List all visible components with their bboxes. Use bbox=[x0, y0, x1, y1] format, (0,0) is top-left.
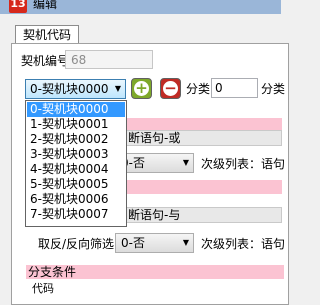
dropdown-option[interactable]: 4-契机块0004 bbox=[27, 162, 125, 177]
dropdown-option[interactable]: 7-契机块0007 bbox=[27, 207, 125, 222]
filter2-select[interactable]: 0-否 ▼ bbox=[115, 233, 194, 253]
module-dropdown-list[interactable]: 0-契机块0000 1-契机块0001 2-契机块0002 3-契机块0003 … bbox=[25, 100, 127, 227]
group2-title: 断语句-与 bbox=[128, 208, 181, 222]
dropdown-option[interactable]: 3-契机块0003 bbox=[27, 147, 125, 162]
sublist1-label: 次级列表：语句 bbox=[201, 157, 286, 171]
dropdown-option[interactable]: 0-契机块0000 bbox=[27, 102, 125, 117]
title-bar: 13 编辑 bbox=[0, 0, 281, 14]
category-label-2: 分类 bbox=[261, 82, 286, 96]
chevron-down-icon: ▼ bbox=[114, 84, 121, 93]
dropdown-option[interactable]: 5-契机块0005 bbox=[27, 177, 125, 192]
dropdown-option[interactable]: 2-契机块0002 bbox=[27, 132, 125, 147]
tab-contract-code[interactable]: 契机代码 bbox=[15, 25, 79, 45]
bottom-label: 代码 bbox=[32, 282, 54, 295]
remove-button[interactable]: − bbox=[160, 78, 181, 99]
category-input[interactable]: 0 bbox=[211, 78, 258, 98]
sublist2-label: 次级列表：语句 bbox=[201, 237, 286, 251]
add-button[interactable]: + bbox=[131, 78, 152, 99]
chevron-down-icon: ▼ bbox=[182, 238, 189, 247]
minus-circle-icon: − bbox=[163, 79, 178, 97]
group1-title: 断语句-或 bbox=[128, 131, 181, 145]
app-icon: 13 bbox=[9, 0, 27, 13]
filter2-label: 取反/反向筛选 bbox=[38, 237, 115, 251]
module-select-value: 0-契机块0000 bbox=[30, 82, 109, 96]
category-label: 分类 bbox=[186, 82, 211, 96]
highlight-bar bbox=[112, 180, 282, 194]
plus-circle-icon: + bbox=[134, 79, 149, 97]
group1-header[interactable]: 断语句-或 bbox=[112, 130, 282, 146]
branch-condition-bar: 分支条件 bbox=[26, 265, 284, 279]
id-label: 契机编号 bbox=[21, 54, 70, 68]
group2-header[interactable]: 断语句-与 bbox=[112, 207, 282, 223]
dropdown-option[interactable]: 6-契机块0006 bbox=[27, 192, 125, 207]
dropdown-option[interactable]: 1-契机块0001 bbox=[27, 117, 125, 132]
filter2-value: 0-否 bbox=[121, 236, 145, 250]
branch-label: 分支条件 bbox=[28, 265, 77, 279]
window-title: 编辑 bbox=[33, 0, 58, 11]
id-field[interactable]: 68 bbox=[65, 50, 153, 69]
chevron-down-icon: ▼ bbox=[182, 158, 189, 167]
module-select[interactable]: 0-契机块0000 ▼ bbox=[25, 79, 126, 99]
